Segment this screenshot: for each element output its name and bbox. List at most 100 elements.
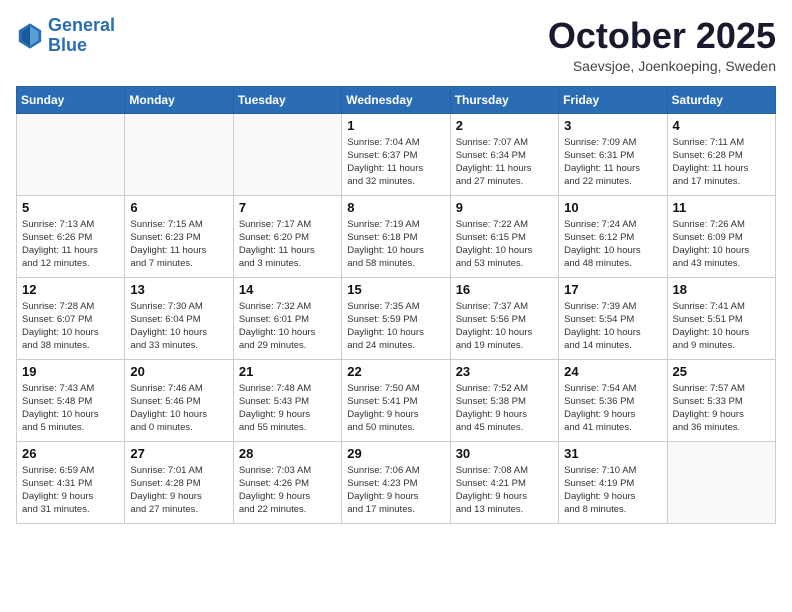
calendar-cell: 9Sunrise: 7:22 AM Sunset: 6:15 PM Daylig… xyxy=(450,195,558,277)
page-header: General Blue October 2025 Saevsjoe, Joen… xyxy=(16,16,776,74)
day-number: 6 xyxy=(130,200,227,215)
calendar-cell: 5Sunrise: 7:13 AM Sunset: 6:26 PM Daylig… xyxy=(17,195,125,277)
calendar: SundayMondayTuesdayWednesdayThursdayFrid… xyxy=(16,86,776,524)
calendar-cell: 19 Sunrise: 7:43 AM Sunset: 5:48 PM Dayli… xyxy=(17,359,125,441)
week-row-1: 1 Sunrise: 7:04 AM Sunset: 6:37 PM Daylig… xyxy=(17,113,776,195)
day-number: 31 xyxy=(564,446,661,461)
location: Saevsjoe, Joenkoeping, Sweden xyxy=(548,58,776,74)
day-number: 25 xyxy=(673,364,770,379)
day-number: 20 xyxy=(130,364,227,379)
day-info: Sunrise: 7:11 AM Sunset: 6:28 PM Dayligh… xyxy=(673,136,770,189)
day-number: 18 xyxy=(673,282,770,297)
day-number: 16 xyxy=(456,282,553,297)
weekday-header-thursday: Thursday xyxy=(450,86,558,113)
calendar-cell: 13 Sunrise: 7:30 AM Sunset: 6:04 PM Dayli… xyxy=(125,277,233,359)
logo-text: General Blue xyxy=(48,16,115,56)
calendar-cell: 4 Sunrise: 7:11 AM Sunset: 6:28 PM Daylig… xyxy=(667,113,775,195)
day-info: Sunrise: 7:07 AM Sunset: 6:34 PM Dayligh… xyxy=(456,136,553,189)
day-info: Sunrise: 7:03 AM Sunset: 4:26 PM Dayligh… xyxy=(239,464,336,517)
day-number: 1 xyxy=(347,118,444,133)
calendar-cell: 25Sunrise: 7:57 AM Sunset: 5:33 PM Dayli… xyxy=(667,359,775,441)
day-number: 14 xyxy=(239,282,336,297)
day-number: 23 xyxy=(456,364,553,379)
calendar-cell: 10Sunrise: 7:24 AM Sunset: 6:12 PM Dayli… xyxy=(559,195,667,277)
day-info: Sunrise: 7:15 AM Sunset: 6:23 PM Dayligh… xyxy=(130,218,227,271)
calendar-cell: 12 Sunrise: 7:28 AM Sunset: 6:07 PM Dayli… xyxy=(17,277,125,359)
day-info: Sunrise: 7:13 AM Sunset: 6:26 PM Dayligh… xyxy=(22,218,119,271)
day-number: 13 xyxy=(130,282,227,297)
calendar-cell: 16 Sunrise: 7:37 AM Sunset: 5:56 PM Dayli… xyxy=(450,277,558,359)
weekday-header-friday: Friday xyxy=(559,86,667,113)
weekday-header-sunday: Sunday xyxy=(17,86,125,113)
calendar-cell: 3Sunrise: 7:09 AM Sunset: 6:31 PM Daylig… xyxy=(559,113,667,195)
day-info: Sunrise: 7:19 AM Sunset: 6:18 PM Dayligh… xyxy=(347,218,444,271)
calendar-cell: 27 Sunrise: 7:01 AM Sunset: 4:28 PM Dayli… xyxy=(125,441,233,523)
day-number: 7 xyxy=(239,200,336,215)
day-info: Sunrise: 7:28 AM Sunset: 6:07 PM Dayligh… xyxy=(22,300,119,353)
day-info: Sunrise: 7:46 AM Sunset: 5:46 PM Dayligh… xyxy=(130,382,227,435)
calendar-cell: 7 Sunrise: 7:17 AM Sunset: 6:20 PM Daylig… xyxy=(233,195,341,277)
day-number: 27 xyxy=(130,446,227,461)
day-number: 11 xyxy=(673,200,770,215)
day-number: 2 xyxy=(456,118,553,133)
calendar-cell xyxy=(667,441,775,523)
day-number: 29 xyxy=(347,446,444,461)
day-info: Sunrise: 7:43 AM Sunset: 5:48 PM Dayligh… xyxy=(22,382,119,435)
day-info: Sunrise: 7:17 AM Sunset: 6:20 PM Dayligh… xyxy=(239,218,336,271)
calendar-cell: 2 Sunrise: 7:07 AM Sunset: 6:34 PM Daylig… xyxy=(450,113,558,195)
calendar-cell xyxy=(125,113,233,195)
day-number: 15 xyxy=(347,282,444,297)
calendar-cell: 17Sunrise: 7:39 AM Sunset: 5:54 PM Dayli… xyxy=(559,277,667,359)
calendar-cell: 1 Sunrise: 7:04 AM Sunset: 6:37 PM Daylig… xyxy=(342,113,450,195)
week-row-4: 19 Sunrise: 7:43 AM Sunset: 5:48 PM Dayli… xyxy=(17,359,776,441)
day-info: Sunrise: 7:37 AM Sunset: 5:56 PM Dayligh… xyxy=(456,300,553,353)
calendar-cell: 23Sunrise: 7:52 AM Sunset: 5:38 PM Dayli… xyxy=(450,359,558,441)
calendar-cell: 18 Sunrise: 7:41 AM Sunset: 5:51 PM Dayli… xyxy=(667,277,775,359)
calendar-cell: 14 Sunrise: 7:32 AM Sunset: 6:01 PM Dayli… xyxy=(233,277,341,359)
calendar-cell: 31 Sunrise: 7:10 AM Sunset: 4:19 PM Dayli… xyxy=(559,441,667,523)
day-number: 30 xyxy=(456,446,553,461)
day-info: Sunrise: 7:54 AM Sunset: 5:36 PM Dayligh… xyxy=(564,382,661,435)
calendar-cell: 24 Sunrise: 7:54 AM Sunset: 5:36 PM Dayli… xyxy=(559,359,667,441)
calendar-cell: 20 Sunrise: 7:46 AM Sunset: 5:46 PM Dayli… xyxy=(125,359,233,441)
day-info: Sunrise: 7:41 AM Sunset: 5:51 PM Dayligh… xyxy=(673,300,770,353)
calendar-cell: 6 Sunrise: 7:15 AM Sunset: 6:23 PM Daylig… xyxy=(125,195,233,277)
calendar-cell: 11Sunrise: 7:26 AM Sunset: 6:09 PM Dayli… xyxy=(667,195,775,277)
day-number: 10 xyxy=(564,200,661,215)
calendar-cell: 22 Sunrise: 7:50 AM Sunset: 5:41 PM Dayli… xyxy=(342,359,450,441)
weekday-header-wednesday: Wednesday xyxy=(342,86,450,113)
calendar-cell: 21Sunrise: 7:48 AM Sunset: 5:43 PM Dayli… xyxy=(233,359,341,441)
day-number: 22 xyxy=(347,364,444,379)
logo: General Blue xyxy=(16,16,115,56)
calendar-cell: 28 Sunrise: 7:03 AM Sunset: 4:26 PM Dayli… xyxy=(233,441,341,523)
day-number: 28 xyxy=(239,446,336,461)
day-info: Sunrise: 7:04 AM Sunset: 6:37 PM Dayligh… xyxy=(347,136,444,189)
day-info: Sunrise: 7:32 AM Sunset: 6:01 PM Dayligh… xyxy=(239,300,336,353)
day-info: Sunrise: 7:22 AM Sunset: 6:15 PM Dayligh… xyxy=(456,218,553,271)
weekday-header-saturday: Saturday xyxy=(667,86,775,113)
day-info: Sunrise: 7:06 AM Sunset: 4:23 PM Dayligh… xyxy=(347,464,444,517)
day-info: Sunrise: 7:30 AM Sunset: 6:04 PM Dayligh… xyxy=(130,300,227,353)
week-row-3: 12 Sunrise: 7:28 AM Sunset: 6:07 PM Dayli… xyxy=(17,277,776,359)
day-number: 8 xyxy=(347,200,444,215)
day-info: Sunrise: 7:10 AM Sunset: 4:19 PM Dayligh… xyxy=(564,464,661,517)
week-row-2: 5Sunrise: 7:13 AM Sunset: 6:26 PM Daylig… xyxy=(17,195,776,277)
title-block: October 2025 Saevsjoe, Joenkoeping, Swed… xyxy=(548,16,776,74)
day-info: Sunrise: 7:50 AM Sunset: 5:41 PM Dayligh… xyxy=(347,382,444,435)
day-info: Sunrise: 7:35 AM Sunset: 5:59 PM Dayligh… xyxy=(347,300,444,353)
calendar-cell: 29 Sunrise: 7:06 AM Sunset: 4:23 PM Dayli… xyxy=(342,441,450,523)
weekday-header-row: SundayMondayTuesdayWednesdayThursdayFrid… xyxy=(17,86,776,113)
calendar-cell xyxy=(233,113,341,195)
day-info: Sunrise: 7:01 AM Sunset: 4:28 PM Dayligh… xyxy=(130,464,227,517)
day-number: 24 xyxy=(564,364,661,379)
calendar-cell: 15 Sunrise: 7:35 AM Sunset: 5:59 PM Dayli… xyxy=(342,277,450,359)
day-number: 17 xyxy=(564,282,661,297)
calendar-cell: 8 Sunrise: 7:19 AM Sunset: 6:18 PM Daylig… xyxy=(342,195,450,277)
day-number: 4 xyxy=(673,118,770,133)
logo-icon xyxy=(16,22,44,50)
calendar-cell: 30 Sunrise: 7:08 AM Sunset: 4:21 PM Dayli… xyxy=(450,441,558,523)
day-number: 19 xyxy=(22,364,119,379)
calendar-cell: 26Sunrise: 6:59 AM Sunset: 4:31 PM Dayli… xyxy=(17,441,125,523)
day-info: Sunrise: 7:08 AM Sunset: 4:21 PM Dayligh… xyxy=(456,464,553,517)
day-number: 12 xyxy=(22,282,119,297)
